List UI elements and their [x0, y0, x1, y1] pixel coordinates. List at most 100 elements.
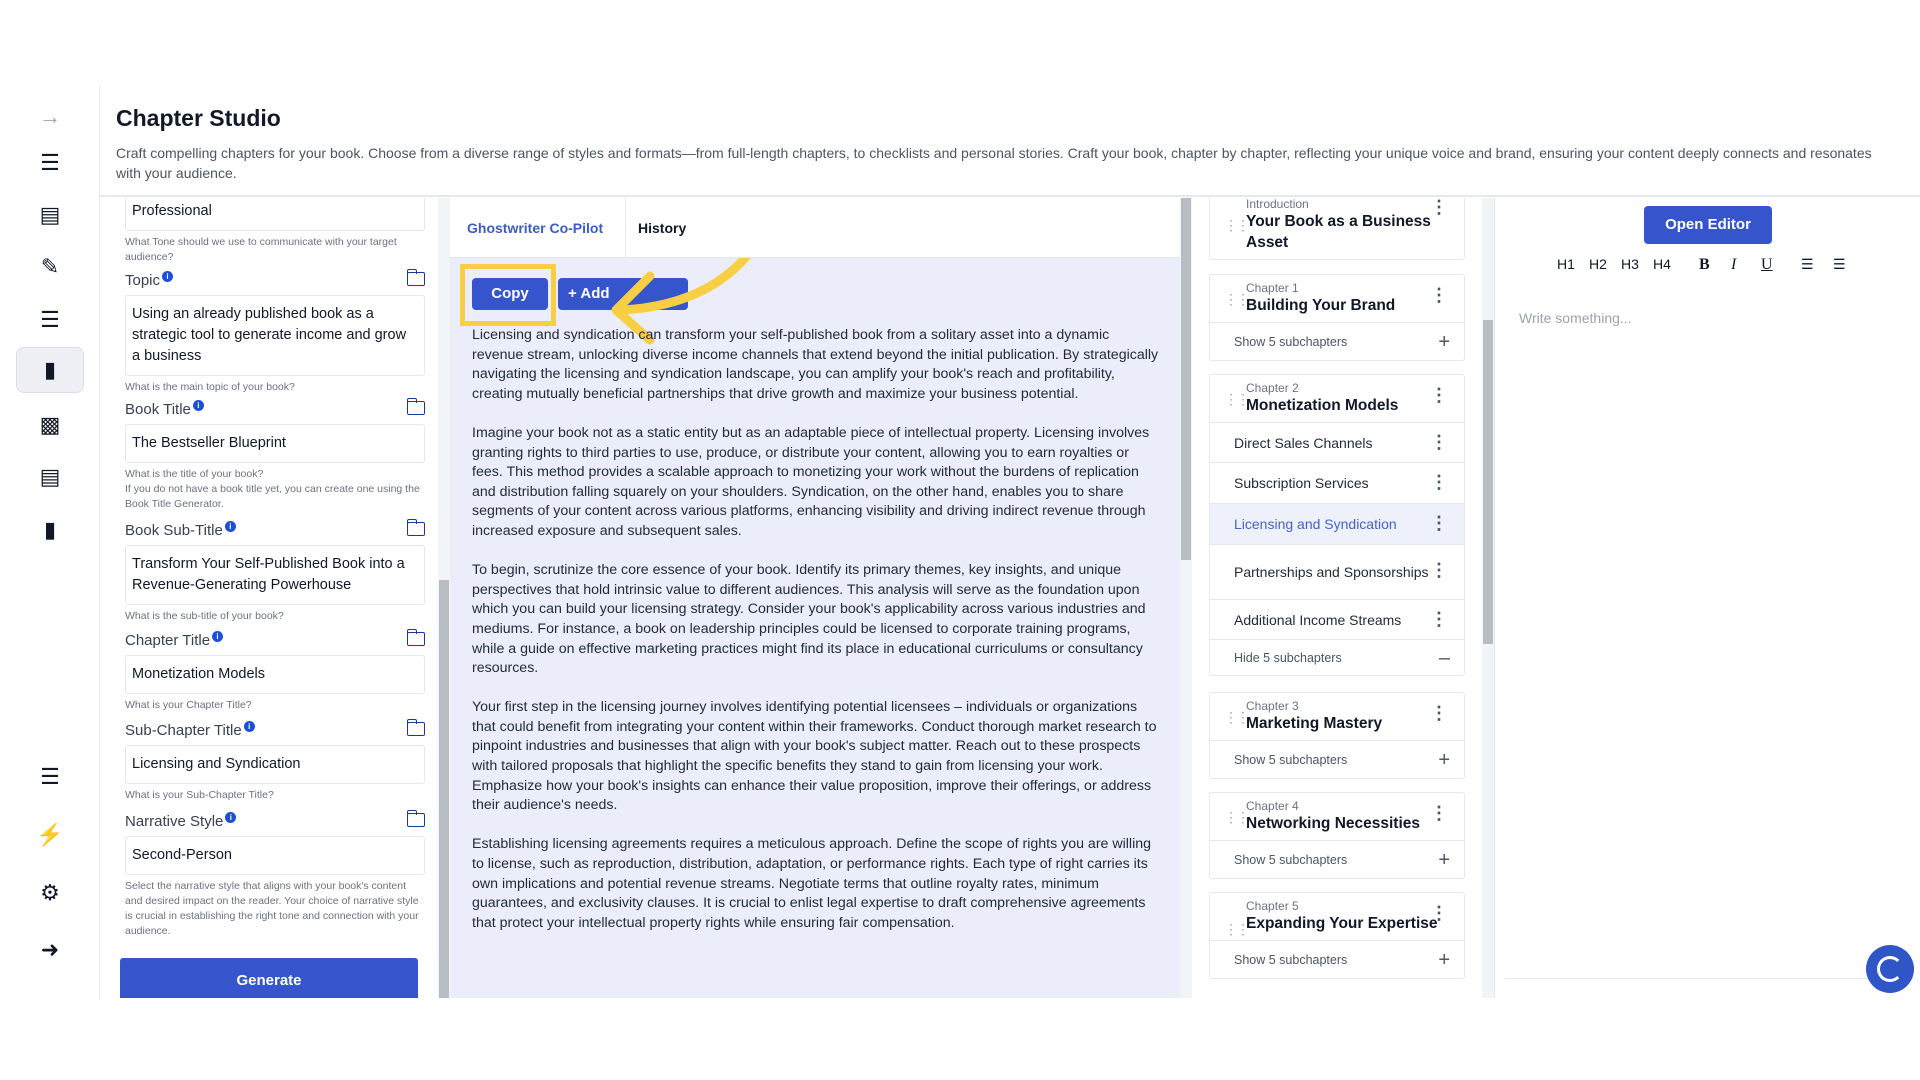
editor-textarea[interactable]: Write something... [1519, 310, 1632, 326]
logout-icon[interactable]: ➜ [30, 930, 70, 970]
edit-document-icon[interactable]: ✎ [30, 247, 70, 287]
drag-handle-icon[interactable]: ⋮⋮ [1224, 291, 1250, 308]
subchapter-item[interactable]: Subscription Services ⋮ [1210, 462, 1464, 503]
drag-handle-icon[interactable]: ⋮⋮ [1224, 921, 1250, 938]
minus-icon[interactable]: – [1439, 640, 1450, 676]
outline-scrollbar[interactable] [1482, 198, 1494, 998]
drag-handle-icon[interactable]: ⋮⋮ [1224, 709, 1250, 726]
folder-icon[interactable] [406, 719, 425, 736]
info-icon[interactable]: i [212, 631, 224, 642]
plus-icon[interactable]: + [1438, 841, 1450, 879]
bullet-list-icon[interactable]: ☰ [1833, 256, 1846, 276]
chapter-card-3[interactable]: ⋮⋮ Chapter 3 Marketing Mastery ⋮ Show 5 … [1209, 692, 1465, 779]
archive-icon[interactable]: ▤ [30, 457, 70, 497]
settings-icon[interactable]: ⚙ [30, 873, 70, 913]
info-icon[interactable]: i [192, 400, 204, 411]
folder-icon[interactable] [406, 398, 425, 415]
lightning-icon[interactable]: ⚡ [30, 815, 70, 855]
folder-icon[interactable] [406, 810, 425, 827]
book-stack-icon[interactable]: ▩ [30, 405, 70, 445]
book-title-field: Book Title i The Bestseller Blueprint Wha… [125, 398, 425, 512]
chapter-card-intro[interactable]: ⋮⋮ Introduction Your Book as a Business … [1209, 198, 1465, 260]
narrative-style-select[interactable]: Second-Person [125, 836, 425, 875]
more-options-icon[interactable]: ⋮ [1430, 703, 1448, 724]
book-subtitle-input[interactable]: Transform Your Self-Published Book into … [125, 545, 425, 605]
folder-icon[interactable] [406, 519, 425, 536]
chapter-title: Building Your Brand [1246, 297, 1396, 314]
italic-button[interactable]: I [1731, 256, 1736, 276]
generate-button[interactable]: Generate [120, 958, 418, 998]
more-options-icon[interactable]: ⋮ [1430, 198, 1448, 218]
more-options-icon[interactable]: ⋮ [1430, 561, 1448, 580]
info-icon[interactable]: i [225, 812, 237, 823]
open-editor-button[interactable]: Open Editor [1644, 206, 1772, 244]
editor-panel: Open Editor H1 H2 H3 H4 B I U ☰ ☰ Write … [1494, 198, 1920, 998]
scrollbar-thumb[interactable] [1181, 198, 1191, 560]
plus-icon[interactable]: + [1438, 941, 1450, 979]
subchapter-label: Licensing and Syndication [1234, 516, 1397, 532]
chapter-title-input[interactable]: Monetization Models [125, 655, 425, 694]
chapter-studio-icon[interactable]: ▮ [16, 347, 84, 393]
heading-4-button[interactable]: H4 [1653, 256, 1671, 276]
scrollbar-thumb[interactable] [1483, 320, 1493, 644]
drag-handle-icon[interactable]: ⋮⋮ [1224, 809, 1250, 826]
copy-button[interactable]: Copy [472, 278, 548, 310]
chapter-card-1[interactable]: ⋮⋮ Chapter 1 Building Your Brand ⋮ Show … [1209, 274, 1465, 361]
drag-handle-icon[interactable]: ⋮⋮ [1224, 217, 1250, 234]
chapter-card-4[interactable]: ⋮⋮ Chapter 4 Networking Necessities ⋮ Sh… [1209, 792, 1465, 879]
drag-handle-icon[interactable]: ⋮⋮ [1224, 391, 1250, 408]
chapter-card-5[interactable]: ⋮⋮ Chapter 5 Expanding Your Expertise ⋮ … [1209, 892, 1465, 979]
info-icon[interactable]: i [243, 721, 255, 732]
folder-icon[interactable] [406, 269, 425, 286]
show-subchapters-toggle[interactable]: Show 5 subchapters + [1210, 740, 1464, 778]
heading-3-button[interactable]: H3 [1621, 256, 1639, 276]
info-icon[interactable]: i [162, 271, 174, 282]
subchapter-item[interactable]: Partnerships and Sponsorships ⋮ [1210, 544, 1464, 599]
subchapter-item[interactable]: Direct Sales Channels ⋮ [1210, 422, 1464, 462]
show-subchapters-toggle[interactable]: Show 5 subchapters + [1210, 840, 1464, 878]
subchapter-item[interactable]: Additional Income Streams ⋮ [1210, 599, 1464, 639]
subchapter-item-active[interactable]: Licensing and Syndication ⋮ [1210, 503, 1464, 544]
more-options-icon[interactable]: ⋮ [1430, 609, 1448, 630]
heading-2-button[interactable]: H2 [1589, 256, 1607, 276]
tone-input[interactable]: Professional [125, 198, 425, 231]
numbered-list-icon[interactable]: ☰ [30, 143, 70, 183]
chapter-number: Chapter 5 [1246, 899, 1299, 913]
subchapter-title-input[interactable]: Licensing and Syndication [125, 745, 425, 784]
more-options-icon[interactable]: ⋮ [1430, 803, 1448, 824]
scrollbar-thumb[interactable] [439, 580, 449, 998]
folder-icon[interactable] [406, 629, 425, 646]
toggle-label: Show 5 subchapters [1234, 953, 1348, 967]
form-scrollbar[interactable] [438, 198, 450, 998]
topic-label: Topic [125, 272, 161, 289]
chapter-card-2[interactable]: ⋮⋮ Chapter 2 Monetization Models ⋮ Direc… [1209, 374, 1465, 676]
checklist-icon[interactable]: ☰ [30, 300, 70, 340]
plus-icon[interactable]: + [1438, 323, 1450, 361]
list-icon[interactable]: ☰ [30, 757, 70, 797]
more-options-icon[interactable]: ⋮ [1430, 513, 1448, 534]
arrow-right-icon[interactable]: → [30, 97, 70, 137]
show-subchapters-toggle[interactable]: Show 5 subchapters + [1210, 940, 1464, 978]
book-title-input[interactable]: The Bestseller Blueprint [125, 424, 425, 463]
plus-icon[interactable]: + [1438, 741, 1450, 779]
hide-subchapters-toggle[interactable]: Hide 5 subchapters – [1210, 639, 1464, 675]
heading-1-button[interactable]: H1 [1557, 256, 1575, 276]
bold-button[interactable]: B [1699, 256, 1710, 276]
underline-button[interactable]: U [1761, 256, 1773, 276]
more-options-icon[interactable]: ⋮ [1430, 472, 1448, 493]
tab-history[interactable]: History [638, 220, 686, 236]
ordered-list-icon[interactable]: ☰ [1801, 256, 1814, 276]
assistant-fab-icon[interactable] [1866, 945, 1914, 993]
topic-input[interactable]: Using an already published book as a str… [125, 295, 425, 376]
content-scrollbar[interactable] [1180, 198, 1192, 998]
more-options-icon[interactable]: ⋮ [1430, 385, 1448, 406]
outline-icon[interactable]: ▤ [30, 195, 70, 235]
show-subchapters-toggle[interactable]: Show 5 subchapters + [1210, 322, 1464, 360]
more-options-icon[interactable]: ⋮ [1430, 432, 1448, 453]
chapter-number: Chapter 2 [1246, 381, 1299, 395]
tab-ghostwriter-copilot[interactable]: Ghostwriter Co-Pilot [467, 220, 603, 236]
more-options-icon[interactable]: ⋮ [1430, 285, 1448, 306]
info-icon[interactable]: i [224, 521, 236, 532]
book-icon[interactable]: ▮ [30, 510, 70, 550]
more-options-icon[interactable]: ⋮ [1430, 903, 1448, 924]
